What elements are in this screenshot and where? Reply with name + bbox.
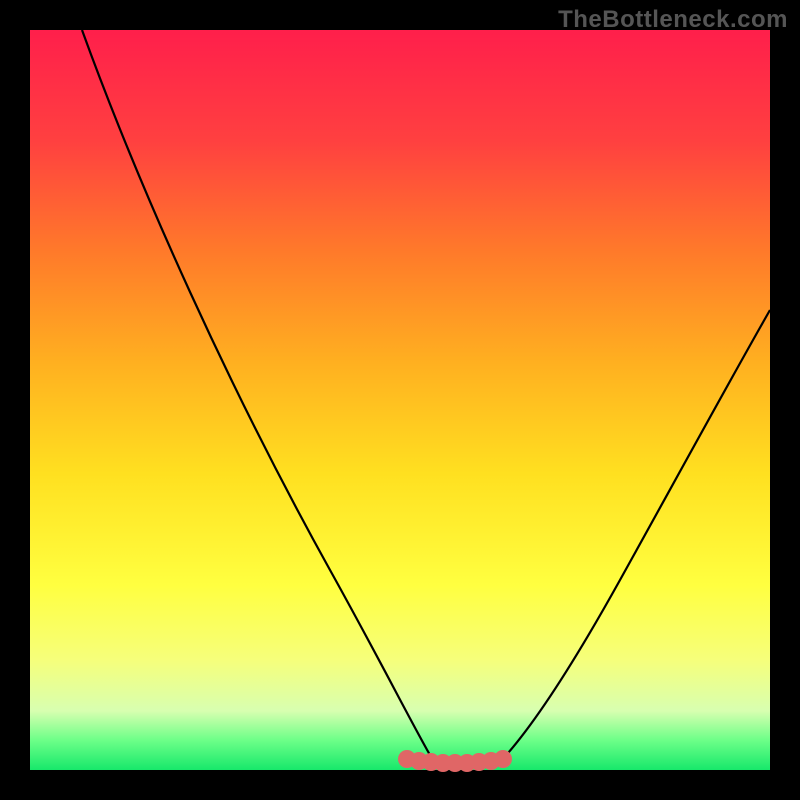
- right-curve: [500, 310, 770, 762]
- plot-area: [30, 30, 770, 770]
- left-curve: [82, 30, 438, 762]
- curve-layer: [30, 30, 770, 770]
- chart-frame: TheBottleneck.com: [0, 0, 800, 800]
- watermark-text: TheBottleneck.com: [558, 6, 788, 34]
- optimal-band: [398, 748, 508, 768]
- marker-dot: [494, 750, 512, 768]
